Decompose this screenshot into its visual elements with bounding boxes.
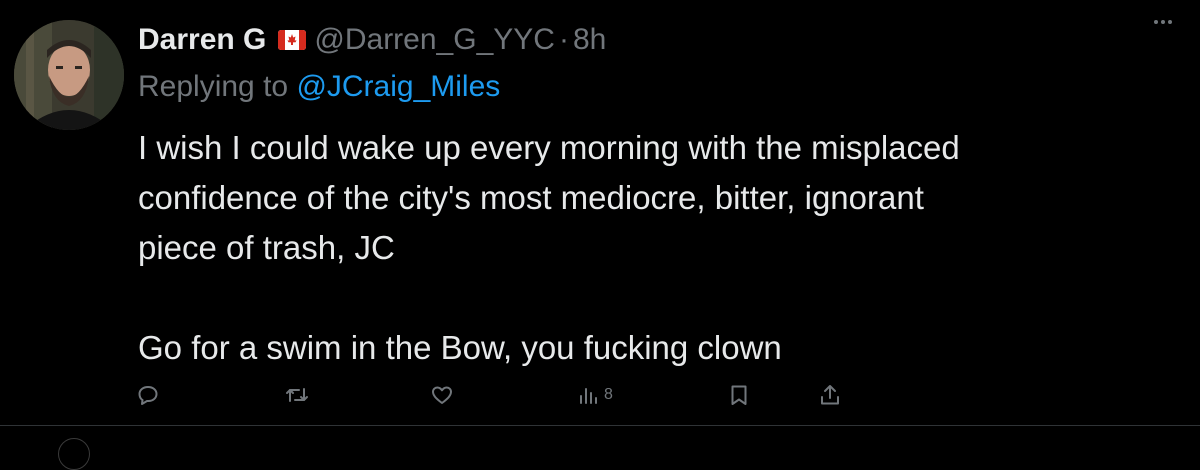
action-bar: 8 bbox=[0, 375, 1200, 415]
tweet-text-line: I wish I could wake up every morning wit… bbox=[138, 129, 960, 166]
avatar[interactable] bbox=[14, 20, 124, 130]
tweet-text: I wish I could wake up every morning wit… bbox=[138, 123, 1178, 373]
views-icon bbox=[580, 388, 597, 404]
retweet-button[interactable] bbox=[284, 375, 310, 415]
handle[interactable]: @Darren_G_YYC bbox=[314, 23, 555, 57]
retweet-icon bbox=[286, 388, 308, 402]
share-button[interactable] bbox=[818, 375, 842, 415]
tweet-text-line: piece of trash, JC bbox=[138, 229, 395, 266]
reply-icon bbox=[138, 386, 158, 405]
replying-to: Replying to @JCraig_Miles bbox=[138, 70, 500, 104]
timestamp[interactable]: 8h bbox=[573, 23, 606, 57]
replying-to-handle-link[interactable]: @JCraig_Miles bbox=[296, 70, 500, 103]
replying-to-label: Replying to bbox=[138, 70, 289, 103]
tweet-text-line: confidence of the city's most mediocre, … bbox=[138, 179, 924, 216]
bookmark-icon bbox=[731, 385, 747, 405]
separator-dot: · bbox=[558, 23, 569, 56]
next-tweet-avatar[interactable] bbox=[58, 438, 90, 470]
reply-button[interactable] bbox=[136, 375, 160, 415]
tweet: Darren G @Darren_G_YYC · 8h Replying to … bbox=[0, 0, 1200, 426]
more-icon[interactable] bbox=[1154, 20, 1172, 24]
tweet-text-line: Go for a swim in the Bow, you fucking cl… bbox=[138, 329, 782, 366]
bookmark-button[interactable] bbox=[727, 375, 751, 415]
share-icon bbox=[821, 385, 839, 405]
views-button[interactable]: 8 bbox=[576, 375, 613, 415]
like-button[interactable] bbox=[430, 375, 454, 415]
display-name[interactable]: Darren G bbox=[138, 23, 266, 57]
tweet-header: Darren G @Darren_G_YYC · 8h bbox=[138, 18, 606, 62]
divider bbox=[0, 425, 1200, 426]
like-icon bbox=[432, 386, 452, 404]
views-count: 8 bbox=[604, 386, 613, 403]
canada-flag-icon bbox=[278, 30, 307, 50]
